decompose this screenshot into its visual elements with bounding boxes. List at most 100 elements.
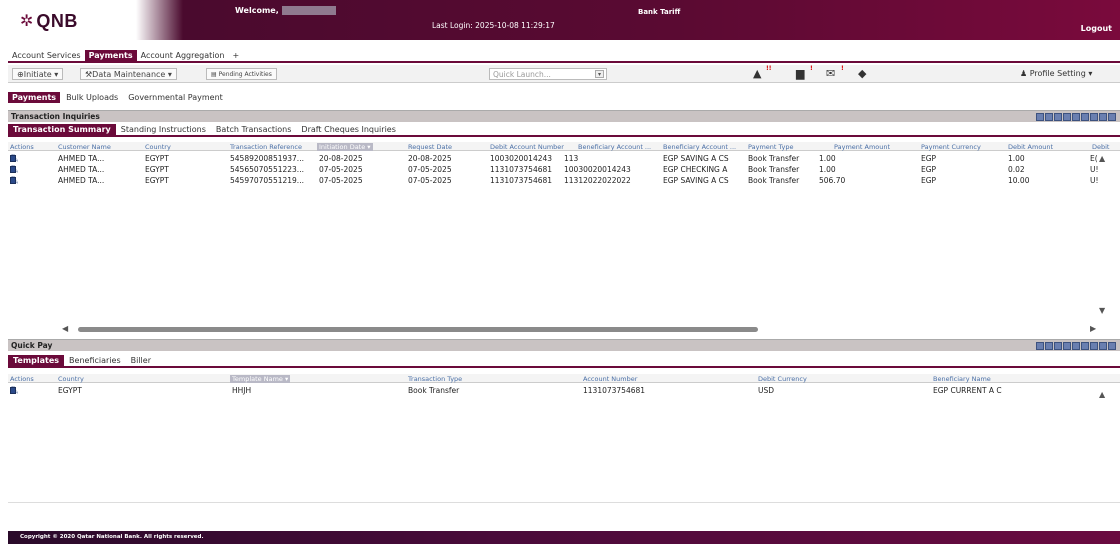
panel-tool-icon[interactable]: [1099, 342, 1107, 350]
subtab-governmental-payment[interactable]: Governmental Payment: [124, 92, 227, 103]
tab-account-aggregation[interactable]: Account Aggregation: [137, 50, 229, 61]
panel-tool-icon[interactable]: [1063, 113, 1071, 121]
chevron-down-icon: ▾: [54, 70, 59, 79]
templates-grid: Actions Country Template Name ▾ Transact…: [8, 374, 1120, 494]
cell-debit: U!: [1090, 176, 1099, 185]
pending-activities-button[interactable]: ▤ Pending Activities: [206, 68, 277, 80]
chevron-down-icon[interactable]: ▾: [595, 70, 604, 78]
col-actions[interactable]: Actions: [10, 375, 34, 383]
panel-tool-icon[interactable]: [1090, 342, 1098, 350]
panel-tool-icon[interactable]: [1063, 342, 1071, 350]
panel-tool-icon[interactable]: [1054, 342, 1062, 350]
cell-debit-currency: USD: [758, 386, 775, 395]
logout-link[interactable]: Logout: [1081, 24, 1112, 33]
bank-tariff-link[interactable]: Bank Tariff: [638, 8, 680, 16]
mail-icon[interactable]: ✉: [826, 67, 835, 80]
panel-tool-icon[interactable]: [1090, 113, 1098, 121]
col-beneficiary-account-2[interactable]: Beneficiary Account ...: [663, 143, 736, 151]
col-debit-currency[interactable]: Debit Currency: [758, 375, 807, 383]
col-template-name[interactable]: Template Name ▾: [230, 375, 291, 383]
profile-setting-menu[interactable]: ♟ Profile Setting ▾: [1020, 69, 1092, 78]
table-row[interactable]: 🔍︎ EGYPT HHJH Book Transfer 113107375468…: [8, 385, 1120, 395]
scroll-up-icon[interactable]: ▲: [1099, 390, 1105, 399]
table-row[interactable]: 🔍︎ AHMED TA... EGYPT 54589200851937... 2…: [8, 153, 1120, 163]
tab-batch-transactions[interactable]: Batch Transactions: [211, 124, 296, 135]
print-icon[interactable]: [10, 387, 16, 394]
col-beneficiary-account-1[interactable]: Beneficiary Account ...: [578, 143, 651, 151]
tab-payments[interactable]: Payments: [84, 50, 137, 61]
col-initiation-date[interactable]: Initiation Date ▾: [317, 143, 373, 151]
panel-tool-icon[interactable]: [1036, 342, 1044, 350]
quick-pay-header: Quick Pay: [8, 339, 1120, 351]
col-country[interactable]: Country: [145, 143, 171, 151]
panel-tool-icon[interactable]: [1108, 342, 1116, 350]
tab-account-services[interactable]: Account Services: [8, 50, 85, 61]
panel-tool-icon[interactable]: [1054, 113, 1062, 121]
col-debit-amount[interactable]: Debit Amount: [1008, 143, 1053, 151]
col-payment-amount[interactable]: Payment Amount: [834, 143, 890, 151]
col-transaction-reference[interactable]: Transaction Reference: [230, 143, 302, 151]
panel-tool-icon[interactable]: [1072, 113, 1080, 121]
subtab-bulk-uploads[interactable]: Bulk Uploads: [62, 92, 122, 103]
horizontal-scrollbar[interactable]: [70, 326, 1090, 333]
cell-payment-currency: EGP: [921, 176, 937, 185]
scroll-right-icon[interactable]: ▶: [1090, 324, 1096, 333]
col-account-number[interactable]: Account Number: [583, 375, 637, 383]
print-icon[interactable]: [10, 177, 16, 184]
col-debit[interactable]: Debit: [1092, 143, 1110, 151]
tab-beneficiaries[interactable]: Beneficiaries: [64, 355, 126, 366]
qnb-logo[interactable]: ✲ QNB: [20, 11, 78, 31]
scroll-left-icon[interactable]: ◀: [62, 324, 68, 333]
cell-request-date: 07-05-2025: [408, 176, 452, 185]
subtab-payments[interactable]: Payments: [8, 92, 61, 103]
alert-icon[interactable]: ▲: [753, 67, 761, 80]
print-icon[interactable]: [10, 155, 16, 162]
print-icon[interactable]: [10, 166, 16, 173]
mail-badge: !: [841, 65, 844, 72]
scroll-down-icon[interactable]: ▼: [1099, 306, 1105, 315]
initiate-menu[interactable]: ⊕Initiate ▾: [12, 68, 64, 80]
cell-country: EGYPT: [145, 165, 169, 174]
panel-tool-icon[interactable]: [1045, 113, 1053, 121]
col-payment-type[interactable]: Payment Type: [748, 143, 793, 151]
col-debit-account-number[interactable]: Debit Account Number: [490, 143, 564, 151]
col-transaction-type[interactable]: Transaction Type: [408, 375, 462, 383]
scroll-up-icon[interactable]: ▲: [1099, 154, 1105, 163]
tab-transaction-summary[interactable]: Transaction Summary: [8, 124, 116, 135]
grid-header: Actions Customer Name Country Transactio…: [8, 142, 1120, 151]
col-actions[interactable]: Actions: [10, 143, 34, 151]
tab-draft-cheques-inquiries[interactable]: Draft Cheques Inquiries: [296, 124, 400, 135]
footer: Copyright © 2020 Qatar National Bank. Al…: [8, 531, 1120, 544]
col-customer-name[interactable]: Customer Name: [58, 143, 111, 151]
cell-transaction-type: Book Transfer: [408, 386, 460, 395]
quick-launch-select[interactable]: Quick Launch... ▾: [489, 68, 607, 80]
cell-payment-currency: EGP: [921, 165, 937, 174]
panel-tool-icon[interactable]: [1045, 342, 1053, 350]
table-row[interactable]: 🔍︎ AHMED TA... EGYPT 54597070551219... 0…: [8, 175, 1120, 185]
message-icon[interactable]: ▆: [796, 67, 804, 80]
masked-username: [281, 6, 336, 15]
scrollbar-thumb[interactable]: [78, 327, 758, 332]
panel-tool-icon[interactable]: [1072, 342, 1080, 350]
col-request-date[interactable]: Request Date: [408, 143, 452, 151]
col-beneficiary-name[interactable]: Beneficiary Name: [933, 375, 991, 383]
col-country[interactable]: Country: [58, 375, 84, 383]
tab-add[interactable]: +: [228, 50, 243, 61]
cell-debit-amount: 10.00: [1008, 176, 1030, 185]
tab-standing-instructions[interactable]: Standing Instructions: [116, 124, 211, 135]
initiate-label: Initiate: [23, 70, 52, 79]
tag-icon[interactable]: ◆: [858, 67, 866, 80]
cell-payment-type: Book Transfer: [748, 154, 800, 163]
panel-tool-icon[interactable]: [1036, 113, 1044, 121]
panel-tool-icon[interactable]: [1081, 113, 1089, 121]
col-payment-currency[interactable]: Payment Currency: [921, 143, 981, 151]
panel-tool-icon[interactable]: [1108, 113, 1116, 121]
tab-biller[interactable]: Biller: [126, 355, 156, 366]
tab-templates[interactable]: Templates: [8, 355, 65, 366]
cell-country: EGYPT: [145, 154, 169, 163]
panel-tool-icon[interactable]: [1081, 342, 1089, 350]
alert-badge: !!: [766, 65, 772, 72]
data-maintenance-menu[interactable]: ⚒Data Maintenance ▾: [80, 68, 177, 80]
table-row[interactable]: 🔍︎ AHMED TA... EGYPT 54565070551223... 0…: [8, 164, 1120, 174]
panel-tool-icon[interactable]: [1099, 113, 1107, 121]
